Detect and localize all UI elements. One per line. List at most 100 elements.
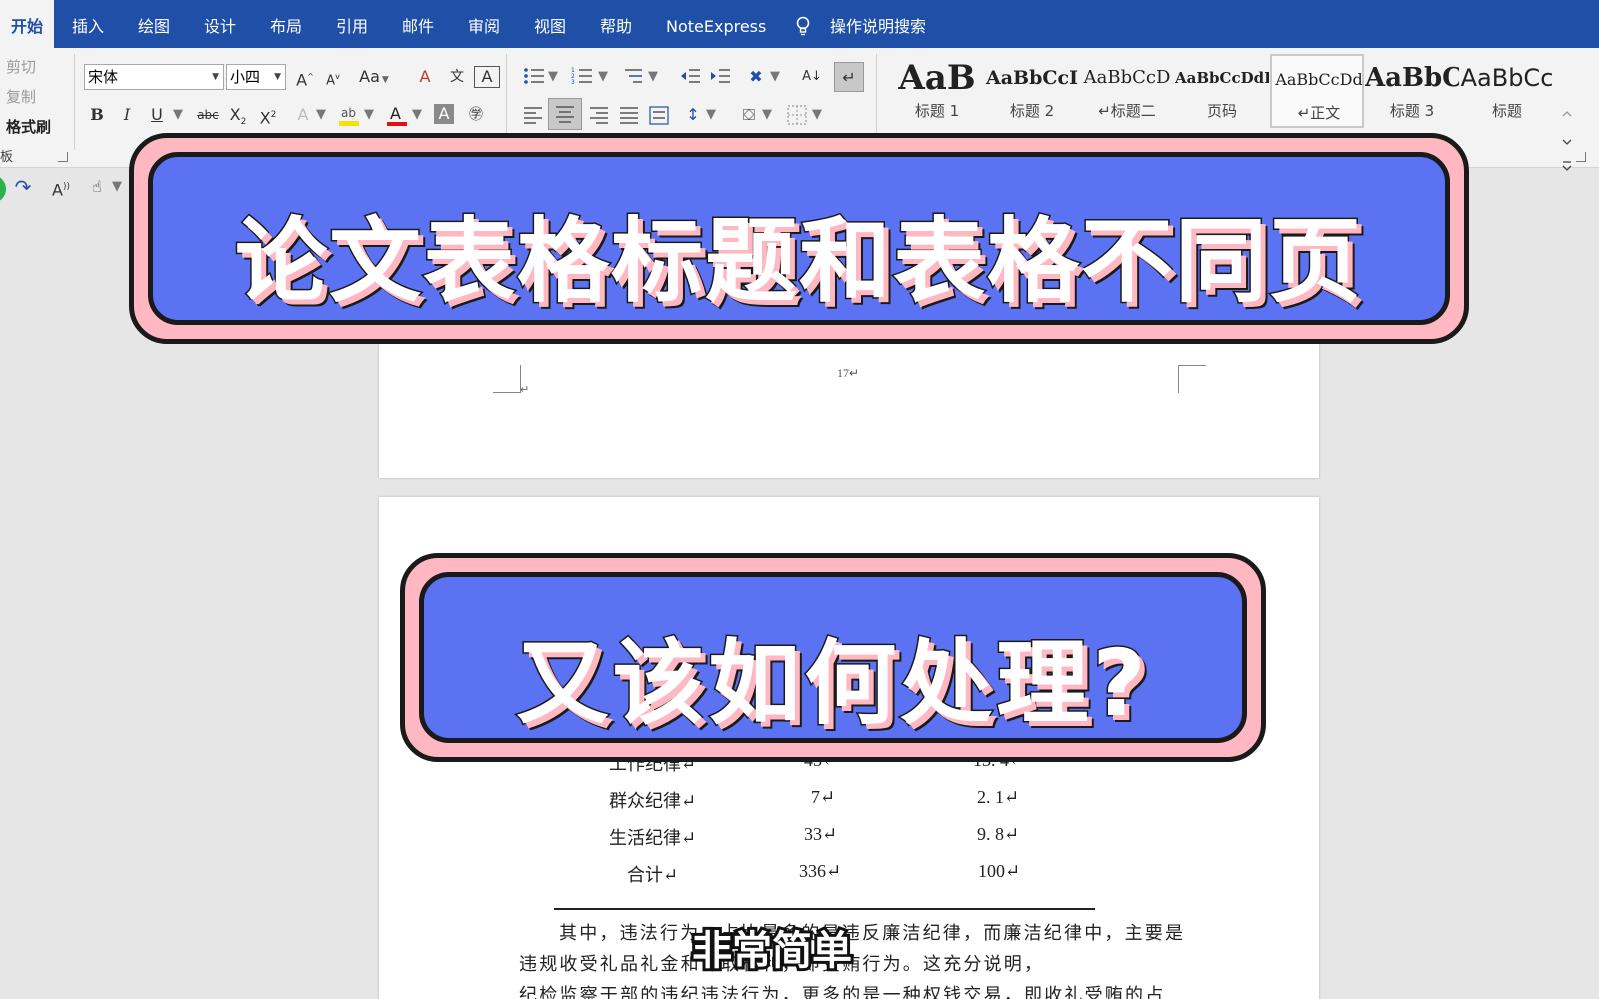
style-name: 标题 2 [1009,102,1055,120]
tab-mailings[interactable]: 邮件 [394,0,442,48]
chinese-layout-icon[interactable]: ✖ [744,64,768,90]
align-left-icon[interactable] [522,104,544,126]
decrease-indent-icon[interactable] [678,64,702,88]
increase-indent-icon[interactable] [708,64,732,88]
table-cell: 9. 8↵ [977,824,1020,844]
character-border-icon[interactable]: A [474,66,500,88]
grow-font-icon[interactable]: A^ [294,64,316,90]
copy-button[interactable]: 复制 [6,86,36,107]
italic-button[interactable]: I [116,102,138,128]
multilevel-list-icon[interactable] [622,64,646,88]
clear-formatting-icon[interactable]: A [412,64,438,90]
tab-insert[interactable]: 插入 [64,0,112,48]
svg-text:ab: ab [341,106,356,120]
style-sample: AaB [898,58,976,98]
distributed-icon[interactable] [648,104,670,126]
bold-button[interactable]: B [86,102,108,128]
margin-corner-mark [493,365,521,393]
underline-dropdown[interactable]: ▼ [172,102,184,128]
group-divider [74,54,75,150]
shading-icon[interactable]: ⛋ [738,102,760,128]
tab-review[interactable]: 审阅 [460,0,508,48]
align-right-icon[interactable] [588,104,610,126]
text-effects-dropdown[interactable]: ▼ [316,102,326,128]
table-cell: 100↵ [978,861,1021,881]
multilevel-dropdown[interactable]: ▼ [648,64,658,90]
style-heading-two[interactable]: AaBbCcD ↵标题二 [1080,54,1174,128]
style-title[interactable]: AaBbCc 标题 [1460,54,1554,128]
cut-button[interactable]: 剪切 [6,56,36,77]
redo-icon[interactable]: ↷ [12,174,34,200]
customize-qat-dropdown[interactable]: ▼ [112,174,122,200]
font-name-box[interactable]: 宋体 ▼ [84,64,224,90]
line-spacing-icon[interactable]: ↕ [682,102,704,128]
justify-icon[interactable] [618,104,640,126]
strikethrough-button[interactable]: abc [194,102,222,128]
numbering-dropdown[interactable]: ▼ [598,64,608,90]
borders-dropdown[interactable]: ▼ [812,102,822,128]
tab-noteexpress[interactable]: NoteExpress [658,0,774,48]
show-marks-icon[interactable]: ↵ [834,62,864,92]
shading-dropdown[interactable]: ▼ [762,102,772,128]
chinese-layout-dropdown[interactable]: ▼ [770,64,780,90]
table-bottom-rule [554,908,1095,910]
style-heading-2[interactable]: AaBbCcI 标题 2 [985,54,1079,128]
subscript-icon[interactable]: X2 [226,102,250,128]
underline-button[interactable]: U [146,102,168,128]
question-banner-text: 又该如何处理? [515,629,1150,739]
enclose-characters-icon[interactable]: ㊫ [464,102,488,128]
margin-corner-mark [1178,365,1206,393]
table-cell: 群众纪律↵ [609,791,697,811]
chevron-down-icon: ▼ [274,72,281,82]
bullets-dropdown[interactable]: ▼ [548,64,558,90]
text-effects-icon[interactable]: A [292,102,314,128]
change-case-button[interactable]: Aa ▼ [352,64,396,90]
font-name-value: 宋体 [88,68,119,86]
style-sample: AaBbCcDd [1275,70,1363,89]
line-spacing-dropdown[interactable]: ▼ [706,102,716,128]
tab-references[interactable]: 引用 [328,0,376,48]
question-banner-inner: 又该如何处理? [419,572,1247,743]
superscript-icon[interactable]: X2 [256,102,280,128]
style-heading-3[interactable]: AaBbC 标题 3 [1365,54,1459,128]
style-name: 标题 3 [1389,102,1435,120]
table-cell: 2. 1↵ [977,787,1020,807]
title-banner: 论文表格标题和表格不同页 [129,133,1469,344]
font-color-dropdown[interactable]: ▼ [412,102,422,128]
tab-help[interactable]: 帮助 [592,0,640,48]
phonetic-guide-icon[interactable]: 文 [444,64,470,90]
shrink-font-icon[interactable]: Av [322,64,344,90]
touch-mode-icon[interactable]: ☝ [86,174,108,200]
video-subtitle: 非常简单 [689,925,855,977]
style-heading-1[interactable]: AaB 标题 1 [890,54,984,128]
tab-home[interactable]: 开始 [0,0,54,48]
align-center-button[interactable] [548,98,582,130]
change-case-label: Aa [359,67,380,86]
format-painter-button[interactable]: 格式刷 [6,116,51,137]
read-aloud-icon[interactable]: A)) [48,174,74,200]
tab-view[interactable]: 视图 [526,0,574,48]
clipboard-dialog-launcher[interactable] [58,152,68,162]
style-page-number[interactable]: AaBbCcDdI 页码 [1175,54,1269,128]
clipboard-group-label: 板 [0,150,14,165]
styles-dialog-launcher[interactable] [1576,152,1586,162]
bullets-icon[interactable] [522,64,546,88]
font-size-box[interactable]: 小四 ▼ [226,64,286,90]
sort-icon[interactable]: A↓ [800,64,824,90]
tab-design[interactable]: 设计 [196,0,244,48]
highlight-dropdown[interactable]: ▼ [364,102,374,128]
svg-text:3: 3 [571,79,575,86]
tab-draw[interactable]: 绘图 [130,0,178,48]
numbering-icon[interactable]: 123 [570,64,594,88]
highlight-icon[interactable]: ab [336,102,362,128]
tab-layout[interactable]: 布局 [262,0,310,48]
record-indicator-icon [0,177,6,201]
character-shading-icon[interactable]: A [434,104,454,124]
table-cell: 生活纪律↵ [609,828,697,848]
style-gallery-scroll[interactable] [1556,104,1578,182]
font-color-icon[interactable]: A [384,102,410,128]
body-text-line: 其中，违法行为，占比最多的是违反廉洁纪律，而廉洁纪律中，主要是 [559,923,1186,943]
tell-me-search[interactable]: 操作说明搜索 [822,0,934,48]
borders-icon[interactable] [786,104,808,126]
style-normal[interactable]: AaBbCcDd ↵正文 [1270,54,1364,128]
